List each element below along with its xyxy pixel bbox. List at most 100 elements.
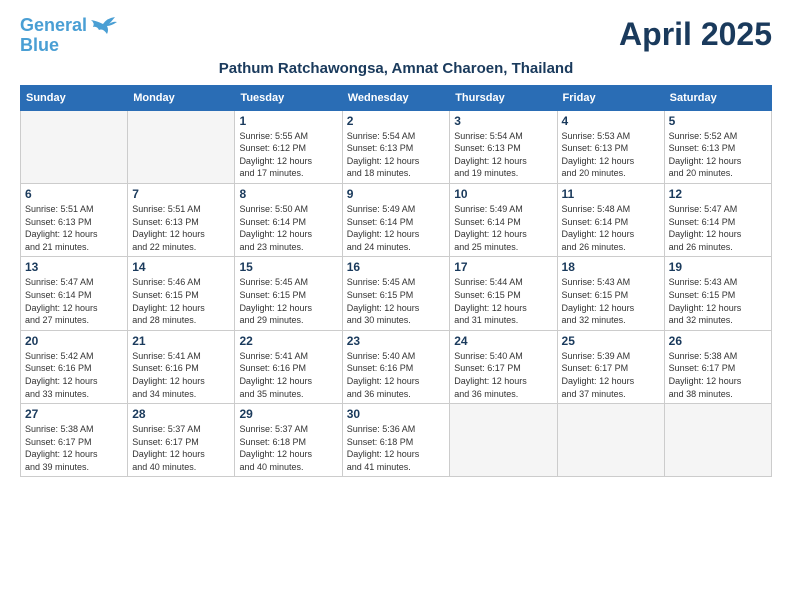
calendar-header-row: Sunday Monday Tuesday Wednesday Thursday… bbox=[21, 85, 772, 110]
table-row: 5 Sunrise: 5:52 AMSunset: 6:13 PMDaylight… bbox=[664, 110, 771, 183]
table-row bbox=[21, 110, 128, 183]
day-info: Sunrise: 5:40 AMSunset: 6:17 PMDaylight:… bbox=[454, 350, 552, 400]
table-row: 28 Sunrise: 5:37 AMSunset: 6:17 PMDayligh… bbox=[128, 404, 235, 477]
calendar-week-row: 1 Sunrise: 5:55 AMSunset: 6:12 PMDaylight… bbox=[21, 110, 772, 183]
table-row: 7 Sunrise: 5:51 AMSunset: 6:13 PMDaylight… bbox=[128, 183, 235, 256]
day-info: Sunrise: 5:55 AMSunset: 6:12 PMDaylight:… bbox=[239, 130, 337, 180]
calendar-week-row: 6 Sunrise: 5:51 AMSunset: 6:13 PMDaylight… bbox=[21, 183, 772, 256]
calendar-week-row: 20Sunrise: 5:42 AMSunset: 6:16 PMDayligh… bbox=[21, 330, 772, 403]
day-number: 5 bbox=[669, 114, 767, 128]
table-row: 21 Sunrise: 5:41 AMSunset: 6:16 PMDayligh… bbox=[128, 330, 235, 403]
day-number: 13 bbox=[25, 260, 123, 274]
day-info: Sunrise: 5:48 AMSunset: 6:14 PMDaylight:… bbox=[562, 203, 660, 253]
col-thursday: Thursday bbox=[450, 85, 557, 110]
day-info: Sunrise: 5:51 AMSunset: 6:13 PMDaylight:… bbox=[132, 203, 230, 253]
table-row: 15 Sunrise: 5:45 AMSunset: 6:15 PMDayligh… bbox=[235, 257, 342, 330]
table-row: 12Sunrise: 5:47 AMSunset: 6:14 PMDayligh… bbox=[664, 183, 771, 256]
day-number: 3 bbox=[454, 114, 552, 128]
table-row: 30 Sunrise: 5:36 AMSunset: 6:18 PMDayligh… bbox=[342, 404, 450, 477]
day-number: 14 bbox=[132, 260, 230, 274]
table-row: 19 Sunrise: 5:43 AMSunset: 6:15 PMDayligh… bbox=[664, 257, 771, 330]
day-number: 1 bbox=[239, 114, 337, 128]
day-info: Sunrise: 5:37 AMSunset: 6:17 PMDaylight:… bbox=[132, 423, 230, 473]
day-info: Sunrise: 5:45 AMSunset: 6:15 PMDaylight:… bbox=[239, 276, 337, 326]
col-sunday: Sunday bbox=[21, 85, 128, 110]
day-info: Sunrise: 5:36 AMSunset: 6:18 PMDaylight:… bbox=[347, 423, 446, 473]
day-info: Sunrise: 5:40 AMSunset: 6:16 PMDaylight:… bbox=[347, 350, 446, 400]
day-info: Sunrise: 5:44 AMSunset: 6:15 PMDaylight:… bbox=[454, 276, 552, 326]
col-friday: Friday bbox=[557, 85, 664, 110]
table-row: 24 Sunrise: 5:40 AMSunset: 6:17 PMDayligh… bbox=[450, 330, 557, 403]
day-info: Sunrise: 5:41 AMSunset: 6:16 PMDaylight:… bbox=[239, 350, 337, 400]
day-info: Sunrise: 5:38 AMSunset: 6:17 PMDaylight:… bbox=[25, 423, 123, 473]
calendar: Sunday Monday Tuesday Wednesday Thursday… bbox=[20, 85, 772, 478]
col-wednesday: Wednesday bbox=[342, 85, 450, 110]
table-row: 22 Sunrise: 5:41 AMSunset: 6:16 PMDayligh… bbox=[235, 330, 342, 403]
day-info: Sunrise: 5:47 AMSunset: 6:14 PMDaylight:… bbox=[25, 276, 123, 326]
table-row: 16 Sunrise: 5:45 AMSunset: 6:15 PMDayligh… bbox=[342, 257, 450, 330]
day-number: 29 bbox=[239, 407, 337, 421]
table-row: 26 Sunrise: 5:38 AMSunset: 6:17 PMDayligh… bbox=[664, 330, 771, 403]
day-number: 18 bbox=[562, 260, 660, 274]
day-number: 19 bbox=[669, 260, 767, 274]
day-info: Sunrise: 5:37 AMSunset: 6:18 PMDaylight:… bbox=[239, 423, 337, 473]
table-row: 1 Sunrise: 5:55 AMSunset: 6:12 PMDaylight… bbox=[235, 110, 342, 183]
logo-text: General Blue bbox=[20, 16, 87, 56]
table-row bbox=[664, 404, 771, 477]
day-number: 26 bbox=[669, 334, 767, 348]
day-number: 17 bbox=[454, 260, 552, 274]
table-row bbox=[128, 110, 235, 183]
table-row: 23 Sunrise: 5:40 AMSunset: 6:16 PMDayligh… bbox=[342, 330, 450, 403]
day-number: 7 bbox=[132, 187, 230, 201]
day-info: Sunrise: 5:46 AMSunset: 6:15 PMDaylight:… bbox=[132, 276, 230, 326]
day-info: Sunrise: 5:41 AMSunset: 6:16 PMDaylight:… bbox=[132, 350, 230, 400]
day-number: 16 bbox=[347, 260, 446, 274]
table-row: 25Sunrise: 5:39 AMSunset: 6:17 PMDayligh… bbox=[557, 330, 664, 403]
day-info: Sunrise: 5:38 AMSunset: 6:17 PMDaylight:… bbox=[669, 350, 767, 400]
table-row: 17 Sunrise: 5:44 AMSunset: 6:15 PMDayligh… bbox=[450, 257, 557, 330]
col-monday: Monday bbox=[128, 85, 235, 110]
day-number: 25 bbox=[562, 334, 660, 348]
day-info: Sunrise: 5:54 AMSunset: 6:13 PMDaylight:… bbox=[347, 130, 446, 180]
day-number: 6 bbox=[25, 187, 123, 201]
table-row: 6Sunrise: 5:51 AMSunset: 6:13 PMDaylight… bbox=[21, 183, 128, 256]
table-row: 8Sunrise: 5:50 AMSunset: 6:14 PMDaylight… bbox=[235, 183, 342, 256]
day-info: Sunrise: 5:45 AMSunset: 6:15 PMDaylight:… bbox=[347, 276, 446, 326]
calendar-week-row: 13 Sunrise: 5:47 AMSunset: 6:14 PMDayligh… bbox=[21, 257, 772, 330]
table-row: 18 Sunrise: 5:43 AMSunset: 6:15 PMDayligh… bbox=[557, 257, 664, 330]
day-info: Sunrise: 5:42 AMSunset: 6:16 PMDaylight:… bbox=[25, 350, 123, 400]
month-title: April 2025 bbox=[619, 16, 772, 53]
day-number: 23 bbox=[347, 334, 446, 348]
table-row: 11 Sunrise: 5:48 AMSunset: 6:14 PMDayligh… bbox=[557, 183, 664, 256]
location-title: Pathum Ratchawongsa, Amnat Charoen, Thai… bbox=[20, 60, 772, 77]
table-row bbox=[450, 404, 557, 477]
day-number: 4 bbox=[562, 114, 660, 128]
day-number: 21 bbox=[132, 334, 230, 348]
day-number: 24 bbox=[454, 334, 552, 348]
logo-bird-icon bbox=[89, 16, 117, 38]
day-number: 15 bbox=[239, 260, 337, 274]
day-number: 22 bbox=[239, 334, 337, 348]
day-number: 27 bbox=[25, 407, 123, 421]
table-row: 27 Sunrise: 5:38 AMSunset: 6:17 PMDayligh… bbox=[21, 404, 128, 477]
day-info: Sunrise: 5:49 AMSunset: 6:14 PMDaylight:… bbox=[454, 203, 552, 253]
table-row: 3 Sunrise: 5:54 AMSunset: 6:13 PMDaylight… bbox=[450, 110, 557, 183]
day-info: Sunrise: 5:43 AMSunset: 6:15 PMDaylight:… bbox=[562, 276, 660, 326]
day-info: Sunrise: 5:54 AMSunset: 6:13 PMDaylight:… bbox=[454, 130, 552, 180]
day-info: Sunrise: 5:52 AMSunset: 6:13 PMDaylight:… bbox=[669, 130, 767, 180]
col-saturday: Saturday bbox=[664, 85, 771, 110]
table-row: 10 Sunrise: 5:49 AMSunset: 6:14 PMDayligh… bbox=[450, 183, 557, 256]
day-number: 30 bbox=[347, 407, 446, 421]
day-number: 2 bbox=[347, 114, 446, 128]
day-info: Sunrise: 5:49 AMSunset: 6:14 PMDaylight:… bbox=[347, 203, 446, 253]
day-info: Sunrise: 5:47 AMSunset: 6:14 PMDaylight:… bbox=[669, 203, 767, 253]
day-number: 8 bbox=[239, 187, 337, 201]
table-row: 4Sunrise: 5:53 AMSunset: 6:13 PMDaylight… bbox=[557, 110, 664, 183]
day-number: 10 bbox=[454, 187, 552, 201]
table-row: 14 Sunrise: 5:46 AMSunset: 6:15 PMDayligh… bbox=[128, 257, 235, 330]
day-number: 28 bbox=[132, 407, 230, 421]
day-number: 11 bbox=[562, 187, 660, 201]
logo: General Blue bbox=[20, 16, 117, 56]
day-info: Sunrise: 5:43 AMSunset: 6:15 PMDaylight:… bbox=[669, 276, 767, 326]
table-row: 20Sunrise: 5:42 AMSunset: 6:16 PMDayligh… bbox=[21, 330, 128, 403]
